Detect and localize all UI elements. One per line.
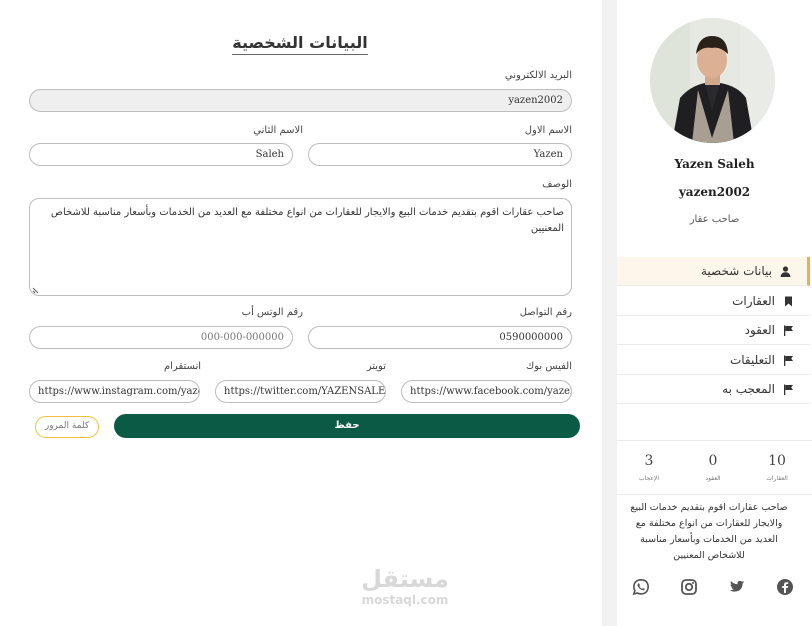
mostaql-watermark: مستقل mostaql.com (355, 565, 455, 607)
profile-photo (650, 18, 775, 143)
sidebar-item-contracts[interactable]: العقود (617, 316, 810, 345)
instagram-label: انستقرام (163, 361, 201, 372)
stat-properties-count: 10 (768, 453, 786, 469)
sidebar-item-properties[interactable]: العقارات (617, 287, 810, 316)
whatsapp-field[interactable]: 000-000-000000 (29, 326, 293, 349)
profile-full-name: Yazen Saleh (674, 157, 755, 171)
stat-likes-label: الإعجاب (638, 475, 660, 482)
bookmark-icon (785, 296, 792, 306)
instagram-icon[interactable] (680, 578, 698, 596)
phone-label: رقم التواصل (519, 307, 572, 318)
watermark-latin: mostaql.com (361, 593, 449, 607)
phone-field[interactable]: 0590000000 (308, 326, 572, 349)
facebook-label: الفيس بوك (525, 361, 572, 372)
description-label: الوصف (542, 179, 572, 190)
sidebar-item-comments[interactable]: التعليقات (617, 346, 810, 375)
last-name-field[interactable]: Saleh (29, 143, 293, 166)
flag-icon (784, 355, 793, 366)
menu-divider (617, 440, 812, 441)
first-name-field[interactable]: Yazen (308, 143, 572, 166)
stats-divider (617, 494, 812, 495)
twitter-field[interactable]: https://twitter.com/YAZENSALEH1 (215, 380, 386, 403)
sidebar-item-personal-data[interactable]: بيانات شخصية (617, 257, 810, 286)
facebook-field[interactable]: https://www.facebook.com/yazen.saleh.52 (401, 380, 572, 403)
whatsapp-icon[interactable] (632, 578, 650, 596)
profile-role: صاحب عقار (689, 214, 740, 225)
stat-contracts-count: 0 (708, 453, 718, 469)
resize-handle-icon[interactable] (32, 285, 41, 294)
sidebar-item-label: التعليقات (729, 353, 775, 367)
sidebar-item-label: بيانات شخصية (701, 264, 772, 278)
whatsapp-label: رقم الوتس أب (241, 307, 303, 318)
last-name-label: الاسم الثاني (253, 125, 303, 136)
sidebar-item-label: العقارات (732, 294, 775, 308)
form-title: البيانات الشخصية (0, 33, 600, 55)
email-label: البريد الالكتروني (504, 70, 572, 81)
first-name-label: الاسم الاول (524, 125, 572, 136)
description-textarea[interactable]: صاحب عقارات اقوم بتقديم خدمات البيع والا… (29, 198, 572, 296)
instagram-field[interactable]: https://www.instagram.com/yazen_._saleh/… (29, 380, 200, 403)
form-title-text: البيانات الشخصية (232, 33, 368, 55)
profile-username: yazen2002 (678, 185, 751, 199)
change-password-button[interactable]: كلمة المرور (35, 416, 99, 438)
profile-bio: صاحب عقارات اقوم بتقديم خدمات البيع والا… (630, 502, 788, 561)
save-button[interactable]: حفظ (114, 414, 580, 438)
user-icon (780, 265, 791, 277)
email-field[interactable]: yazen2002 (29, 89, 572, 112)
sidebar-item-label: المعجب به (722, 382, 775, 396)
sidebar-item-liked[interactable]: المعجب به (617, 375, 810, 404)
flag-icon (784, 325, 793, 336)
sidebar-item-label: العقود (744, 323, 775, 337)
watermark-arabic: مستقل (361, 565, 449, 593)
flag-icon (784, 384, 793, 395)
twitter-icon[interactable] (728, 578, 746, 596)
avatar (650, 18, 775, 143)
stat-properties-label: العقارات (766, 475, 788, 482)
stat-contracts-label: العقود (705, 475, 721, 482)
twitter-label: تويتر (366, 361, 386, 372)
stat-likes-count: 3 (644, 453, 654, 469)
facebook-icon[interactable] (776, 578, 794, 596)
